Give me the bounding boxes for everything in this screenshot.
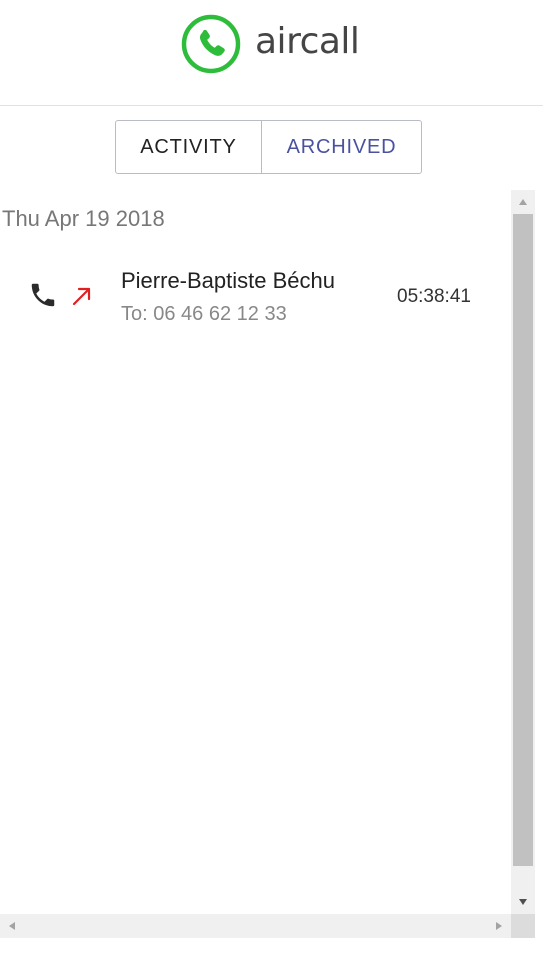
outgoing-arrow-icon [72,287,91,306]
aircall-wordmark: aircall [255,20,360,62]
app-header: aircall [0,0,543,106]
aircall-logo: aircall [181,14,360,74]
call-time: 05:38:41 [397,286,471,307]
contact-number: To: 06 46 62 12 33 [121,303,287,325]
aircall-phone-logo-icon [181,14,241,74]
horizontal-scrollbar[interactable] [0,914,511,938]
phone-icon [31,283,55,307]
activity-tabs: ACTIVITY ARCHIVED [115,120,422,174]
scrollbar-corner [511,914,535,938]
vertical-scrollbar[interactable] [511,190,535,914]
scroll-right-arrow-icon[interactable] [487,914,511,938]
scroll-left-arrow-icon[interactable] [0,914,24,938]
tab-activity[interactable]: ACTIVITY [116,121,262,173]
activity-list: Thu Apr 19 2018 Pierre-Baptiste Béchu To… [0,190,511,914]
tab-archived[interactable]: ARCHIVED [262,121,421,173]
scroll-down-arrow-icon[interactable] [511,890,535,914]
call-list-item[interactable]: Pierre-Baptiste Béchu To: 06 46 62 12 33… [0,258,511,334]
aircall-app: aircall ACTIVITY ARCHIVED Thu Apr 19 201… [0,0,543,957]
vertical-scrollbar-thumb[interactable] [513,214,533,866]
scroll-up-arrow-icon[interactable] [511,190,535,214]
contact-name: Pierre-Baptiste Béchu [121,268,335,293]
date-group-header: Thu Apr 19 2018 [2,206,165,231]
